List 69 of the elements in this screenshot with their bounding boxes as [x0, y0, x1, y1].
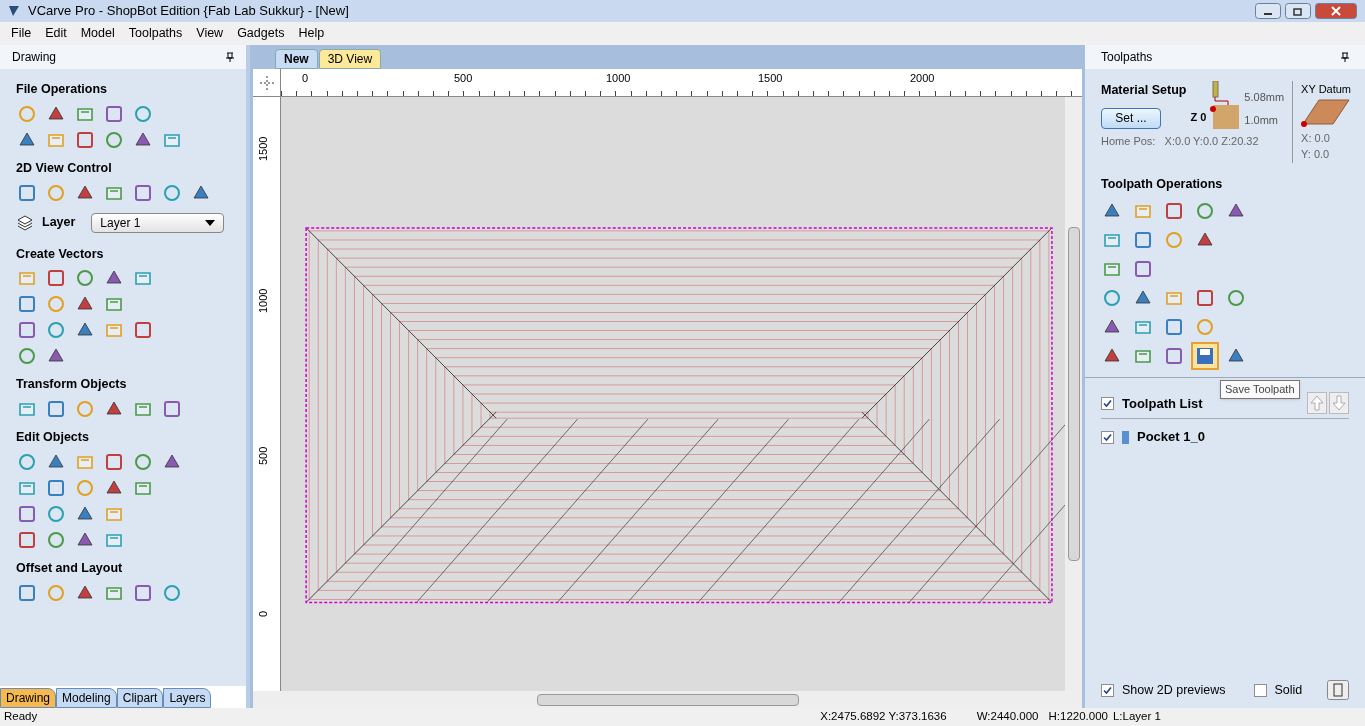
- save-toolpath-button[interactable]: [1191, 342, 1219, 371]
- height-value: H:1220.000: [1048, 709, 1108, 725]
- cursor-position: X:2475.6892 Y:373.1636: [820, 709, 947, 725]
- section-title: 2D View Control: [16, 159, 113, 177]
- layer-dropdown[interactable]: Layer 1: [91, 212, 225, 233]
- restore-icon[interactable]: [1285, 3, 1311, 19]
- section-title: File Operations: [16, 81, 108, 98]
- toolpath-name: Pocket 1_0: [1137, 428, 1205, 447]
- panel-title: Toolpaths: [1101, 49, 1153, 66]
- offset-value: 1.0mm: [1244, 112, 1279, 128]
- panel-tab[interactable]: Modeling: [56, 688, 117, 708]
- panel-title: Drawing: [12, 49, 56, 66]
- vertical-scrollbar[interactable]: [1065, 97, 1082, 691]
- section-title: Material Setup: [1101, 82, 1187, 99]
- pin-icon[interactable]: [1341, 52, 1349, 62]
- layers-icon: [16, 213, 34, 232]
- pin-icon[interactable]: [226, 52, 234, 62]
- ruler-label: 1500: [256, 136, 270, 161]
- datum-title: XY Datum: [1301, 82, 1352, 97]
- ruler-label: 1000: [256, 288, 270, 313]
- layer-label: Layer: [42, 214, 76, 232]
- tooltip: Save Toolpath: [1220, 380, 1300, 399]
- set-button[interactable]: Set ...: [1101, 107, 1161, 129]
- tool-icon[interactable]: [45, 398, 67, 420]
- menu-item[interactable]: Help: [291, 24, 332, 43]
- datum-y: Y: 0.0: [1301, 147, 1331, 162]
- layer-value: L:Layer 1: [1112, 709, 1161, 725]
- width-value: W:2440.000: [976, 709, 1039, 725]
- tool-icon[interactable]: [161, 398, 183, 420]
- section-title: Toolpath Operations: [1101, 175, 1224, 193]
- menu-item[interactable]: Edit: [38, 24, 74, 43]
- panel-tab[interactable]: Drawing: [0, 688, 56, 708]
- datum-x: X: 0.0: [1301, 130, 1331, 146]
- app-logo-icon: [8, 5, 20, 17]
- checkbox[interactable]: [1101, 430, 1114, 444]
- datum-plate-drawing: [1301, 97, 1352, 130]
- toolpath-item[interactable]: Pocket 1_0: [1101, 419, 1349, 447]
- solid-label: Solid: [1274, 681, 1303, 699]
- toolpath-icon: [1122, 430, 1129, 444]
- close-icon[interactable]: [1315, 3, 1357, 19]
- crosshair-icon[interactable]: [259, 75, 274, 90]
- panel-tab[interactable]: Layers: [163, 688, 212, 708]
- horizontal-scrollbar[interactable]: [253, 691, 1082, 708]
- clearance-value: 5.08mm: [1244, 90, 1285, 105]
- window-title: VCarve Pro - ShopBot Edition {Fab Lab Sukkur} - [New]: [28, 2, 349, 21]
- ruler-label: 0: [256, 610, 270, 617]
- toolpath-list-label: Toolpath List: [1122, 394, 1203, 413]
- section-title: Create Vectors: [16, 245, 105, 263]
- checkbox[interactable]: [1101, 683, 1114, 697]
- minimize-icon[interactable]: [1255, 3, 1281, 19]
- section-title: Edit Objects: [16, 429, 90, 446]
- menu-item[interactable]: Model: [73, 24, 122, 43]
- view-tab[interactable]: New: [275, 49, 318, 69]
- menu-item[interactable]: View: [189, 24, 231, 43]
- checkbox[interactable]: [1253, 683, 1267, 697]
- menu-item[interactable]: Toolpaths: [121, 24, 190, 43]
- ruler-label: 500: [256, 446, 270, 465]
- material-block-drawing: [1210, 81, 1241, 129]
- section-title: Transform Objects: [16, 376, 128, 394]
- status-text: Ready: [4, 709, 38, 725]
- home-position: Home Pos: X:0.0 Y:0.0 Z:20.32: [1101, 134, 1260, 149]
- show-previews-label: Show 2D previews: [1122, 681, 1226, 699]
- view-tab[interactable]: 3D View: [318, 49, 382, 69]
- panel-tab[interactable]: Clipart: [116, 688, 164, 708]
- section-title: Offset and Layout: [16, 559, 124, 577]
- z-zero-label: Z 0: [1190, 109, 1207, 125]
- menu-item[interactable]: Gadgets: [230, 24, 292, 43]
- checkbox[interactable]: [1101, 396, 1114, 410]
- menu-item[interactable]: File: [4, 24, 39, 43]
